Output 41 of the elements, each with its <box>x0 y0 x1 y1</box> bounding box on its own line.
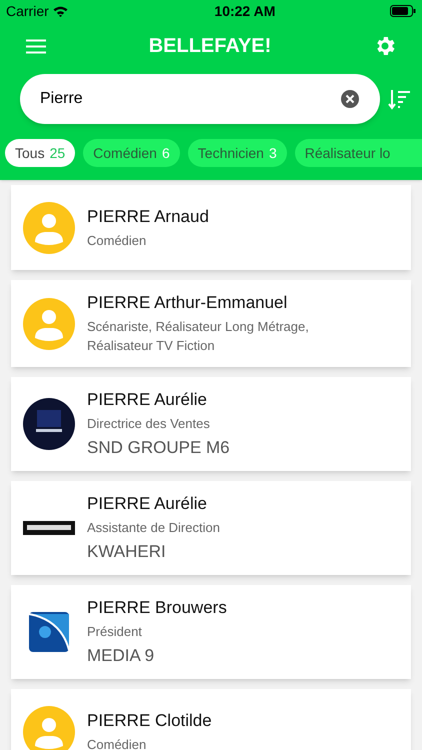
clock-label: 10:22 AM <box>214 2 276 20</box>
contact-card[interactable]: PIERRE Brouwers Président MEDIA 9 <box>11 585 411 679</box>
contact-card[interactable]: PIERRE Arthur-Emmanuel Scénariste, Réalisateur Long Métrage, Réalisateur TV Fiction <box>11 280 411 367</box>
person-avatar-icon <box>23 202 75 254</box>
search-field[interactable]: Pierre <box>20 74 380 124</box>
contact-role: Directrice des Ventes <box>87 415 211 433</box>
filter-tab[interactable]: Technicien 3 <box>188 139 287 167</box>
contact-card[interactable]: PIERRE Arnaud Comédien <box>11 185 411 270</box>
contact-name: PIERRE Aurélie <box>87 493 208 515</box>
contact-name: PIERRE Clotilde <box>87 710 212 732</box>
carrier-label: Carrier <box>6 2 49 20</box>
contact-card[interactable]: PIERRE Aurélie Directrice des Ventes SND GROUPE M6 <box>11 377 411 471</box>
contact-card[interactable]: PIERRE Clotilde Comédien <box>11 689 411 750</box>
contact-role: Scénariste, Réalisateur Long Métrage, Réalisateur TV Fiction <box>87 318 310 355</box>
contact-role: Assistante de Direction <box>87 519 220 537</box>
search-value: Pierre <box>40 89 84 109</box>
company-name: KWAHERI <box>87 541 167 563</box>
contact-role: Comédien <box>87 232 148 250</box>
contact-name: PIERRE Brouwers <box>87 597 227 619</box>
contact-role: Comédien <box>87 736 148 750</box>
person-avatar-icon <box>23 706 75 750</box>
filter-tab[interactable]: Tous 25 <box>5 139 76 167</box>
square-logo-icon <box>27 610 71 654</box>
wifi-icon <box>52 6 68 16</box>
person-avatar-icon <box>23 298 75 350</box>
filter-tab[interactable]: Comédien 6 <box>83 139 180 167</box>
battery-icon <box>390 5 416 17</box>
contact-name: PIERRE Arnaud <box>87 206 209 228</box>
bar-logo-icon <box>23 521 75 535</box>
company-name: SND GROUPE M6 <box>87 437 230 459</box>
contact-name: PIERRE Aurélie <box>87 389 208 411</box>
menu-icon <box>26 38 46 54</box>
clear-icon[interactable] <box>340 89 360 109</box>
app-title: BELLEFAYE! <box>148 34 272 59</box>
contact-role: Président <box>87 623 143 641</box>
contact-card[interactable]: PIERRE Aurélie Assistante de Direction KWAHERI <box>11 481 411 575</box>
sort-icon[interactable] <box>388 88 412 110</box>
contact-name: PIERRE Arthur-Emmanuel <box>87 292 288 314</box>
round-logo-icon <box>23 398 75 450</box>
filter-tab[interactable]: Réalisateur lo <box>294 139 422 167</box>
company-name: MEDIA 9 <box>87 645 156 667</box>
